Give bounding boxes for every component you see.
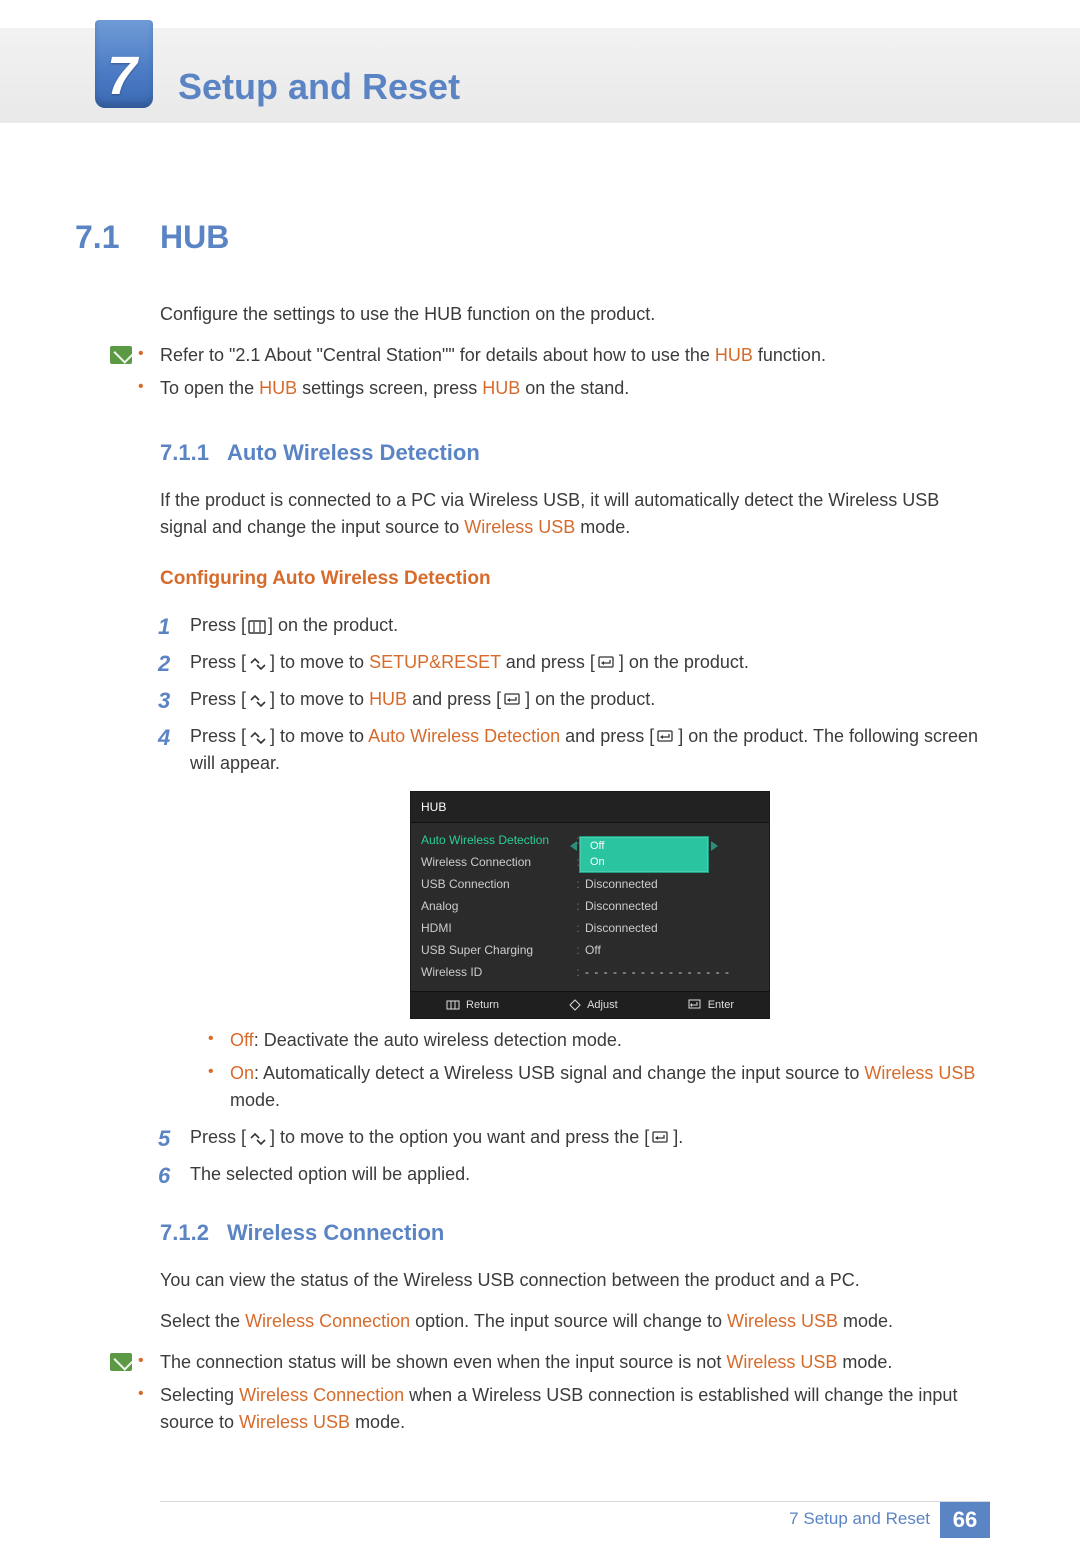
note-list: The connection status will be shown even…: [160, 1349, 990, 1442]
step-4: 4 Press [] to move to Auto Wireless Dete…: [190, 723, 990, 1115]
note-item: Refer to "2.1 About "Central Station"" f…: [160, 342, 826, 369]
step-3: 3 Press [] to move to HUB and press [] o…: [190, 686, 990, 713]
subsection-712-p1: You can view the status of the Wireless …: [160, 1267, 990, 1294]
page-footer: 7 Setup and Reset 66: [160, 1501, 990, 1535]
enter-icon: [597, 655, 617, 671]
config-heading: Configuring Auto Wireless Detection: [160, 565, 990, 594]
menu-icon: [248, 620, 266, 634]
enter-icon: [656, 729, 676, 745]
section-heading: 7.1HUB: [160, 213, 990, 261]
updown-icon: [248, 731, 268, 745]
updown-icon: [248, 1132, 268, 1146]
note-item: To open the HUB settings screen, press H…: [160, 375, 826, 402]
osd-row: HDMI:Disconnected: [421, 917, 759, 939]
chapter-number: 7: [107, 36, 137, 117]
note-item: Selecting Wireless Connection when a Wir…: [160, 1382, 990, 1436]
osd-row: USB Super Charging:Off: [421, 939, 759, 961]
osd-adjust: Adjust: [569, 997, 618, 1014]
section-title: HUB: [160, 219, 229, 255]
osd-row: Wireless ID:- - - - - - - - - - - - - - …: [421, 961, 759, 983]
note-block-1: Refer to "2.1 About "Central Station"" f…: [160, 342, 990, 408]
note-icon: [110, 1353, 132, 1371]
subsection-heading-712: 7.1.2Wireless Connection: [160, 1216, 990, 1249]
enter-icon: [503, 692, 523, 708]
page-number: 66: [940, 1502, 990, 1538]
osd-footer: Return Adjust Enter: [411, 991, 769, 1019]
subsection-heading-711: 7.1.1Auto Wireless Detection: [160, 436, 990, 469]
osd-row: Auto Wireless Detection : Off On: [421, 829, 759, 851]
step-5: 5 Press [] to move to the option you wan…: [190, 1124, 990, 1151]
osd-option-selector: Off On: [579, 836, 709, 873]
list-item: On: Automatically detect a Wireless USB …: [230, 1060, 990, 1114]
note-icon: [110, 346, 132, 364]
footer-text: 7 Setup and Reset: [789, 1506, 930, 1532]
enter-icon: [651, 1130, 671, 1146]
updown-icon: [248, 694, 268, 708]
step-2: 2 Press [] to move to SETUP&RESET and pr…: [190, 649, 990, 676]
section-number: 7.1: [75, 213, 160, 261]
osd-row: Analog:Disconnected: [421, 895, 759, 917]
note-list: Refer to "2.1 About "Central Station"" f…: [160, 342, 826, 408]
osd-panel: HUB Auto Wireless Detection : Off On: [410, 791, 770, 1020]
osd-screenshot: HUB Auto Wireless Detection : Off On: [190, 791, 990, 1020]
list-item: Off: Deactivate the auto wireless detect…: [230, 1027, 990, 1054]
section-intro: Configure the settings to use the HUB fu…: [160, 301, 990, 328]
steps-list: 1 Press [] on the product. 2 Press [] to…: [160, 612, 990, 1189]
note-block-2: The connection status will be shown even…: [160, 1349, 990, 1442]
step-6: 6 The selected option will be applied.: [190, 1161, 990, 1188]
chapter-title: Setup and Reset: [178, 60, 460, 114]
chapter-header: 7 Setup and Reset: [0, 28, 1080, 123]
osd-title: HUB: [411, 792, 769, 823]
note-item: The connection status will be shown even…: [160, 1349, 990, 1376]
step-1: 1 Press [] on the product.: [190, 612, 990, 639]
updown-icon: [248, 657, 268, 671]
option-desc-list: Off: Deactivate the auto wireless detect…: [190, 1027, 990, 1114]
osd-row: USB Connection:Disconnected: [421, 873, 759, 895]
subsection-712-p2: Select the Wireless Connection option. T…: [160, 1308, 990, 1335]
osd-return: Return: [446, 997, 499, 1014]
subsection-711-desc: If the product is connected to a PC via …: [160, 487, 990, 541]
osd-enter: Enter: [688, 997, 734, 1014]
